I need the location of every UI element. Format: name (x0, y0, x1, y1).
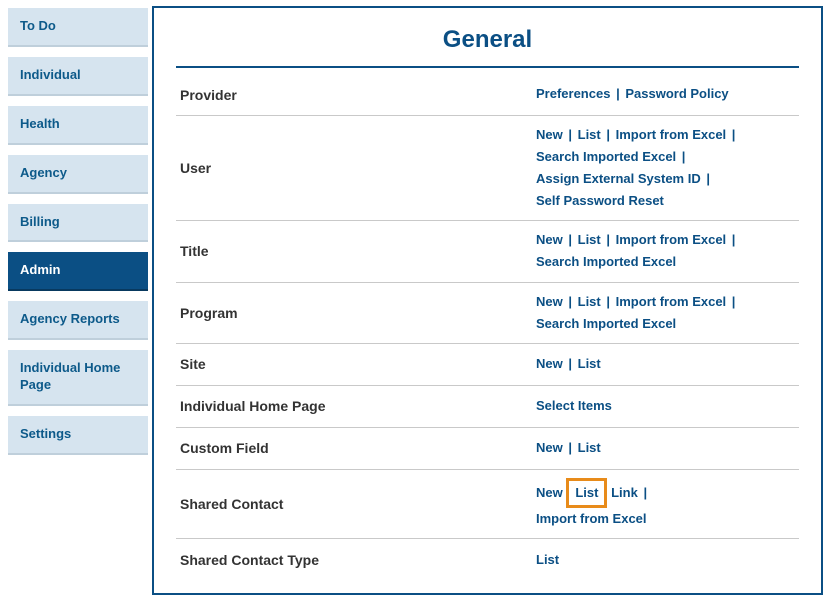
sidebar-item-admin[interactable]: Admin (8, 252, 148, 291)
row-title: Title New | List | Import from Excel | S… (176, 221, 799, 282)
sidebar-item-agency-reports[interactable]: Agency Reports (8, 301, 148, 340)
row-shared-contact-type: Shared Contact Type List (176, 539, 799, 581)
link-password-policy[interactable]: Password Policy (625, 86, 728, 101)
row-label-shared-contact: Shared Contact (176, 496, 536, 512)
row-label-shared-contact-type: Shared Contact Type (176, 552, 536, 568)
link-custom-field-list[interactable]: List (578, 440, 601, 455)
row-ind-home: Individual Home Page Select Items (176, 386, 799, 428)
row-links-ind-home: Select Items (536, 395, 799, 417)
link-custom-field-new[interactable]: New (536, 440, 563, 455)
row-links-title: New | List | Import from Excel | Search … (536, 229, 799, 273)
row-label-ind-home: Individual Home Page (176, 398, 536, 414)
sidebar-item-todo[interactable]: To Do (8, 8, 148, 47)
row-label-provider: Provider (176, 87, 536, 103)
separator: | (606, 127, 610, 142)
separator: | (568, 127, 572, 142)
link-shared-contact-type-list[interactable]: List (536, 552, 559, 567)
row-links-custom-field: New | List (536, 437, 799, 459)
link-shared-contact-import[interactable]: Import from Excel (536, 511, 647, 526)
row-links-site: New | List (536, 353, 799, 375)
separator: | (606, 232, 610, 247)
page-title: General (176, 18, 799, 68)
link-program-new[interactable]: New (536, 294, 563, 309)
separator: | (616, 86, 620, 101)
sidebar-item-health[interactable]: Health (8, 106, 148, 145)
sidebar-item-settings[interactable]: Settings (8, 416, 148, 455)
sidebar: To Do Individual Health Agency Billing A… (0, 0, 148, 465)
separator: | (568, 232, 572, 247)
link-title-search-imported[interactable]: Search Imported Excel (536, 254, 676, 269)
link-shared-contact-new[interactable]: New (536, 485, 563, 500)
separator: | (732, 232, 736, 247)
separator: | (706, 171, 710, 186)
row-links-shared-contact: New List Link | Import from Excel (536, 478, 799, 530)
row-label-site: Site (176, 356, 536, 372)
highlight-box: List (566, 478, 607, 508)
link-program-list[interactable]: List (578, 294, 601, 309)
row-links-shared-contact-type: List (536, 549, 799, 571)
sidebar-item-individual-home-page[interactable]: Individual Home Page (8, 350, 148, 406)
separator: | (643, 485, 647, 500)
sidebar-item-billing[interactable]: Billing (8, 204, 148, 243)
link-preferences[interactable]: Preferences (536, 86, 610, 101)
row-provider: Provider Preferences | Password Policy (176, 74, 799, 116)
app-layout: To Do Individual Health Agency Billing A… (0, 0, 831, 601)
link-site-new[interactable]: New (536, 356, 563, 371)
row-label-title: Title (176, 243, 536, 259)
link-program-search-imported[interactable]: Search Imported Excel (536, 316, 676, 331)
content-panel: General Provider Preferences | Password … (152, 6, 823, 595)
separator: | (568, 440, 572, 455)
row-label-custom-field: Custom Field (176, 440, 536, 456)
link-title-import[interactable]: Import from Excel (616, 232, 727, 247)
link-title-new[interactable]: New (536, 232, 563, 247)
row-links-program: New | List | Import from Excel | Search … (536, 291, 799, 335)
row-links-user: New | List | Import from Excel | Search … (536, 124, 799, 212)
row-label-program: Program (176, 305, 536, 321)
separator: | (568, 294, 572, 309)
row-custom-field: Custom Field New | List (176, 428, 799, 470)
separator: | (568, 356, 572, 371)
link-user-new[interactable]: New (536, 127, 563, 142)
link-site-list[interactable]: List (578, 356, 601, 371)
link-ind-home-select-items[interactable]: Select Items (536, 398, 612, 413)
row-user: User New | List | Import from Excel | Se… (176, 116, 799, 221)
row-shared-contact: Shared Contact New List Link | Import fr… (176, 470, 799, 539)
row-site: Site New | List (176, 344, 799, 386)
separator: | (606, 294, 610, 309)
link-user-import[interactable]: Import from Excel (616, 127, 727, 142)
row-links-provider: Preferences | Password Policy (536, 83, 799, 105)
link-user-search-imported[interactable]: Search Imported Excel (536, 149, 676, 164)
link-user-list[interactable]: List (578, 127, 601, 142)
link-shared-contact-list[interactable]: List (575, 485, 598, 500)
link-user-self-pw[interactable]: Self Password Reset (536, 193, 664, 208)
link-user-assign-ext[interactable]: Assign External System ID (536, 171, 701, 186)
link-program-import[interactable]: Import from Excel (616, 294, 727, 309)
sidebar-item-individual[interactable]: Individual (8, 57, 148, 96)
sidebar-item-agency[interactable]: Agency (8, 155, 148, 194)
separator: | (732, 294, 736, 309)
row-label-user: User (176, 160, 536, 176)
link-title-list[interactable]: List (578, 232, 601, 247)
link-shared-contact-link[interactable]: Link (611, 485, 638, 500)
row-program: Program New | List | Import from Excel |… (176, 283, 799, 344)
separator: | (682, 149, 686, 164)
separator: | (732, 127, 736, 142)
